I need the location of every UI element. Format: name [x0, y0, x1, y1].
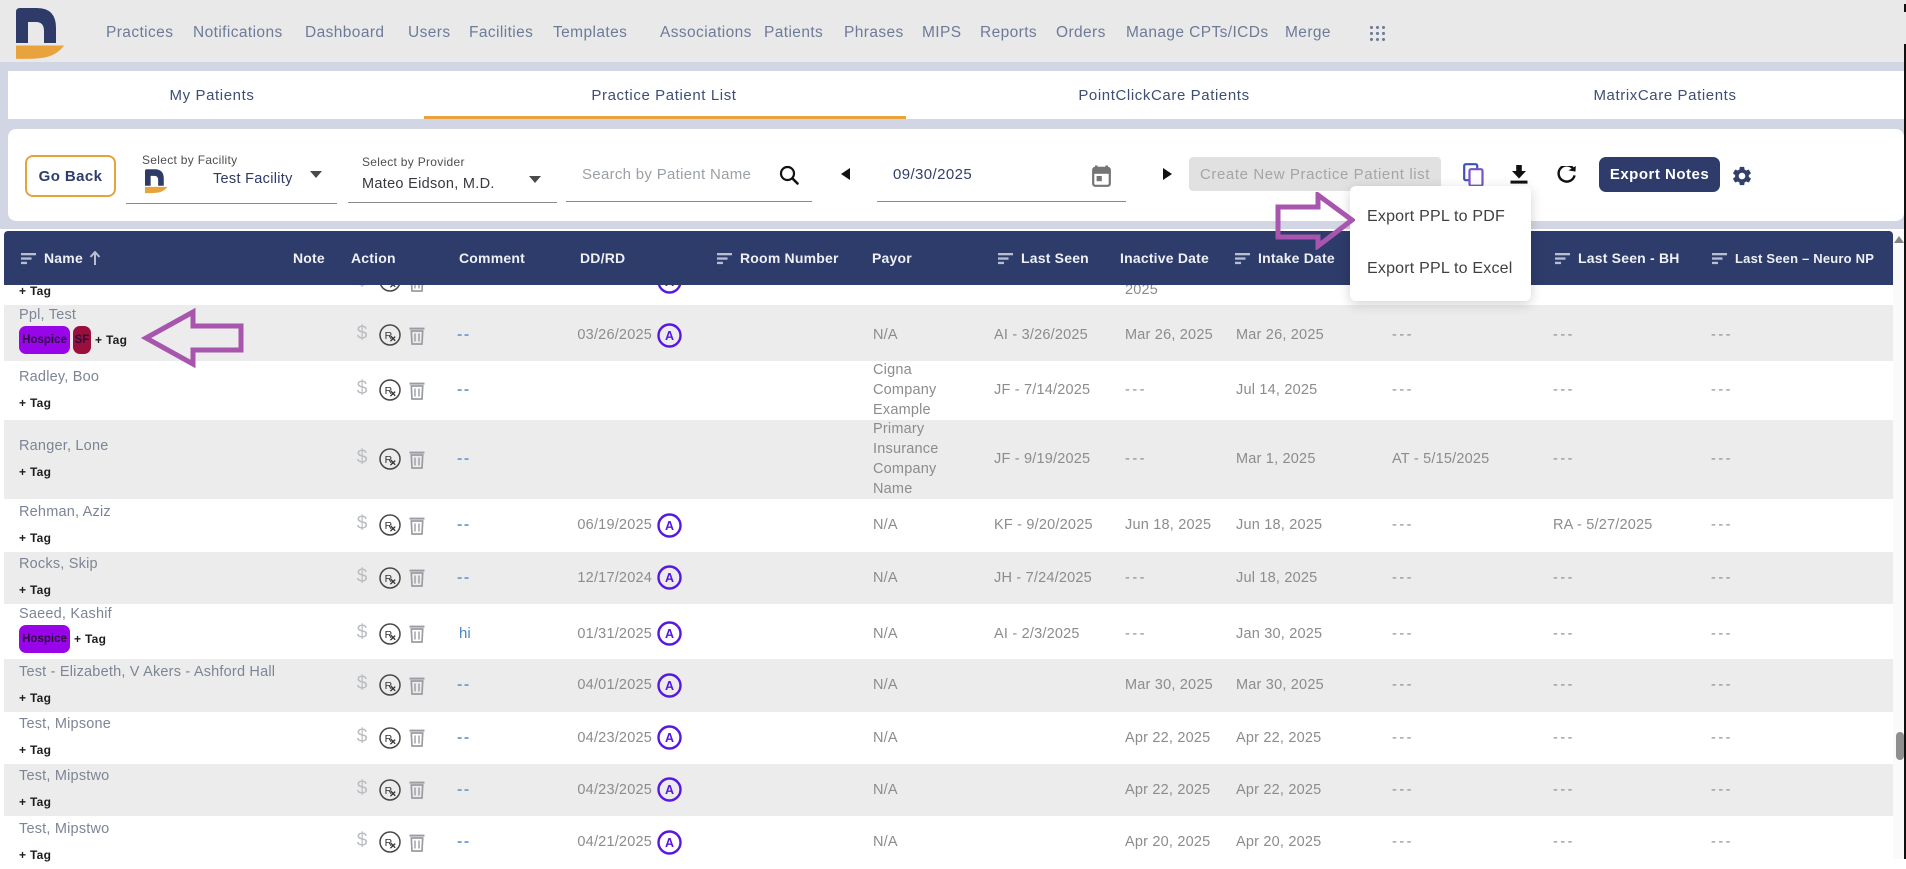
svg-text:A: A — [665, 783, 674, 797]
svg-text:A: A — [665, 627, 674, 641]
svg-text:A: A — [665, 679, 674, 693]
svg-text:A: A — [665, 836, 674, 850]
svg-text:A: A — [665, 731, 674, 745]
svg-text:A: A — [665, 329, 674, 343]
svg-text:A: A — [665, 519, 674, 533]
svg-text:A: A — [665, 571, 674, 585]
svg-text:A: A — [665, 285, 674, 289]
